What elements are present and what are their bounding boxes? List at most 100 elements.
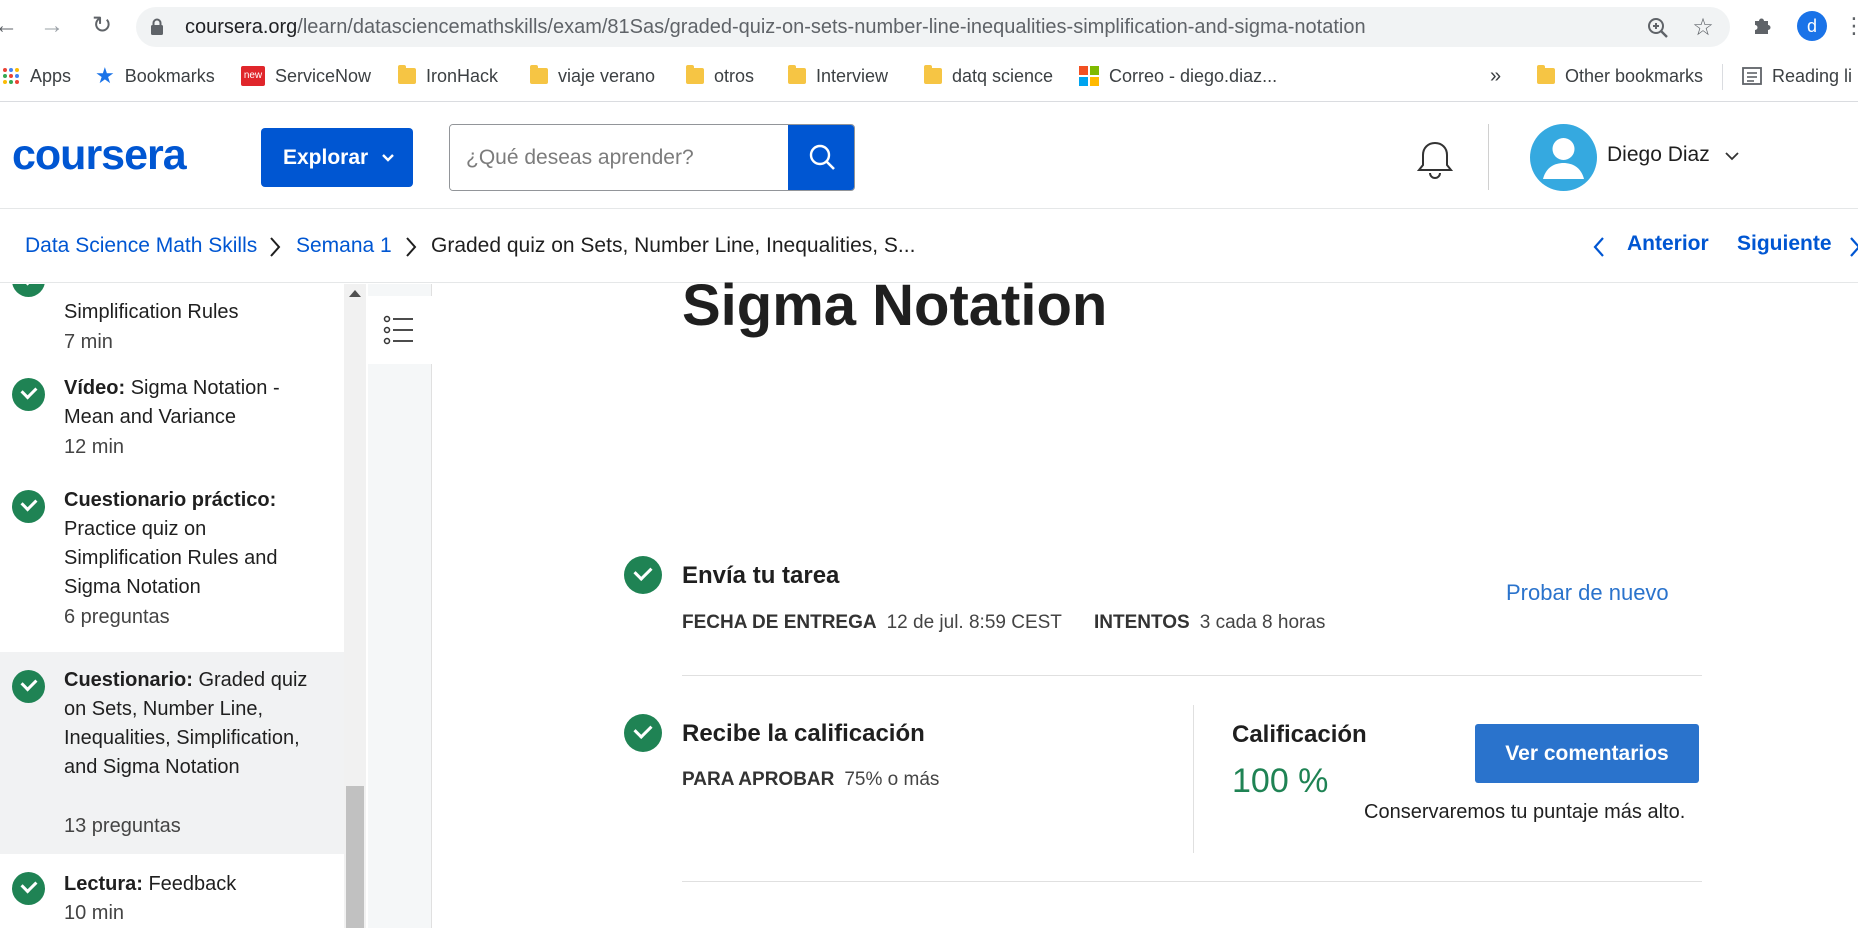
view-feedback-button[interactable]: Ver comentarios (1475, 724, 1699, 783)
completed-check-icon (12, 670, 45, 703)
sidebar-item-simplification-rules[interactable]: Simplification Rules 7 min (0, 284, 344, 370)
sidebar-item-sigma-video[interactable]: Vídeo: Sigma Notation - Mean and Varianc… (0, 370, 344, 480)
folder-icon (686, 65, 704, 84)
bookmark-ironhack[interactable]: IronHack (398, 64, 498, 88)
list-icon (383, 315, 413, 345)
grade-label: Calificación (1232, 721, 1367, 748)
outline-toggle-button[interactable] (368, 296, 432, 364)
servicenow-icon: new (241, 66, 265, 86)
url-path: /learn/datasciencemathskills/exam/81Sas/… (297, 16, 1366, 38)
sidebar-item-meta: 10 min (64, 902, 125, 924)
bookmark-star-icon[interactable]: ☆ (1691, 16, 1715, 40)
completed-check-icon (12, 284, 45, 297)
previous-button[interactable]: Anterior (1627, 232, 1709, 256)
bookmark-label: Other bookmarks (1565, 66, 1704, 86)
address-bar[interactable]: coursera.org/learn/datasciencemathskills… (136, 7, 1730, 47)
reading-list-button[interactable]: Reading li (1742, 64, 1852, 88)
attempts-label: INTENTOS (1094, 612, 1190, 633)
search-button[interactable] (788, 125, 854, 190)
bookmarks-bar: Apps ★ Bookmarks new ServiceNow IronHack… (0, 52, 1858, 102)
scroll-up-arrow-icon[interactable] (349, 290, 361, 297)
bookmark-label: Interview (816, 66, 889, 86)
bookmark-apps[interactable]: Apps (2, 64, 71, 88)
back-arrow-icon[interactable]: ← (0, 12, 20, 40)
sidebar-item-title: Vídeo: Sigma Notation - Mean and Varianc… (64, 374, 314, 432)
bookmark-label: Correo - diego.diaz... (1109, 66, 1278, 86)
sidebar-item-meta: 7 min (64, 331, 113, 353)
folder-icon (398, 65, 416, 84)
folder-icon (924, 65, 942, 84)
sidebar-item-title: Lectura: Feedback (64, 870, 314, 899)
vertical-divider (1193, 705, 1194, 853)
apps-grid-icon (3, 68, 19, 84)
search-input[interactable] (450, 125, 788, 190)
highest-score-note: Conservaremos tu puntaje más alto. (1364, 801, 1686, 823)
sidebar-scrollbar-thumb[interactable] (346, 786, 364, 928)
reading-list-icon (1742, 67, 1762, 85)
chevron-left-icon[interactable] (1592, 235, 1606, 259)
sidebar-item-practice-quiz[interactable]: Cuestionario práctico: Practice quiz on … (0, 480, 344, 648)
grade-value: 100 % (1232, 762, 1329, 800)
completed-check-icon (624, 556, 662, 594)
pass-label: PARA APROBAR (682, 769, 835, 790)
page-title: Sigma Notation (682, 273, 1108, 338)
bookmark-otros[interactable]: otros (686, 64, 754, 88)
sidebar-item-meta: 12 min (64, 436, 125, 458)
breadcrumb-course-link[interactable]: Data Science Math Skills (25, 234, 257, 258)
due-value: 12 de jul. 8:59 CEST (886, 612, 1062, 633)
side-rail (368, 284, 432, 928)
chevron-right-icon[interactable] (1848, 235, 1858, 259)
due-date: FECHA DE ENTREGA 12 de jul. 8:59 CEST (682, 612, 1062, 634)
lock-icon (151, 18, 163, 35)
bookmark-datq-science[interactable]: datq science (924, 64, 1053, 88)
chevron-down-icon (382, 154, 394, 162)
chevron-right-icon (406, 237, 417, 257)
explore-button[interactable]: Explorar (261, 128, 413, 187)
bookmark-other-bookmarks[interactable]: Other bookmarks (1537, 64, 1703, 88)
sidebar-item-feedback-reading[interactable]: Lectura: Feedback 10 min (0, 854, 344, 928)
section-divider (682, 675, 1702, 676)
user-menu[interactable]: Diego Diaz (1607, 143, 1740, 167)
folder-icon (1537, 65, 1555, 84)
search-box (449, 124, 855, 191)
user-avatar[interactable] (1530, 124, 1597, 191)
url-domain: coursera.org (185, 16, 298, 38)
due-label: FECHA DE ENTREGA (682, 612, 877, 633)
bookmark-bookmarks[interactable]: ★ Bookmarks (95, 64, 215, 88)
next-button[interactable]: Siguiente (1737, 232, 1832, 256)
bookmark-servicenow[interactable]: new ServiceNow (241, 64, 371, 88)
bookmarks-divider (1722, 64, 1723, 90)
item-type: Cuestionario: (64, 669, 193, 691)
explore-label: Explorar (283, 146, 369, 169)
url-text: coursera.org/learn/datasciencemathskills… (185, 7, 1366, 47)
bookmark-label: Reading li (1772, 66, 1853, 86)
zoom-icon[interactable] (1646, 16, 1670, 40)
user-icon (1543, 138, 1584, 179)
item-type: Lectura: (64, 873, 143, 895)
browser-profile-avatar[interactable]: d (1797, 11, 1827, 41)
grade-section-title: Recibe la calificación (682, 720, 925, 747)
bookmark-interview[interactable]: Interview (788, 64, 888, 88)
browser-menu-icon[interactable]: ⋮ (1840, 12, 1858, 40)
item-title: Practice quiz on Simplification Rules an… (64, 518, 278, 598)
star-icon: ★ (95, 63, 115, 88)
sidebar-item-title: Cuestionario: Graded quiz on Sets, Numbe… (64, 666, 314, 782)
retry-link[interactable]: Probar de nuevo (1506, 580, 1669, 606)
extensions-puzzle-icon[interactable] (1751, 13, 1775, 37)
bookmark-viaje-verano[interactable]: viaje verano (530, 64, 655, 88)
main-content (433, 284, 1858, 928)
sidebar-item-title: Simplification Rules (64, 301, 239, 323)
bookmark-label: Apps (30, 66, 72, 86)
coursera-logo[interactable]: coursera (12, 131, 187, 180)
bookmark-label: otros (714, 66, 755, 86)
chevron-down-icon (1724, 152, 1739, 161)
forward-arrow-icon[interactable]: → (38, 12, 66, 40)
bookmark-correo[interactable]: Correo - diego.diaz... (1079, 64, 1277, 88)
reload-icon[interactable]: ↻ (88, 12, 116, 40)
notifications-bell-icon[interactable] (1413, 138, 1457, 182)
course-outline-sidebar: Simplification Rules 7 min Vídeo: Sigma … (0, 284, 344, 928)
breadcrumb-week-link[interactable]: Semana 1 (296, 234, 392, 258)
bookmarks-overflow-button[interactable]: » (1490, 64, 1501, 88)
sidebar-item-graded-quiz[interactable]: Cuestionario: Graded quiz on Sets, Numbe… (0, 652, 344, 854)
user-name: Diego Diaz (1607, 143, 1710, 166)
